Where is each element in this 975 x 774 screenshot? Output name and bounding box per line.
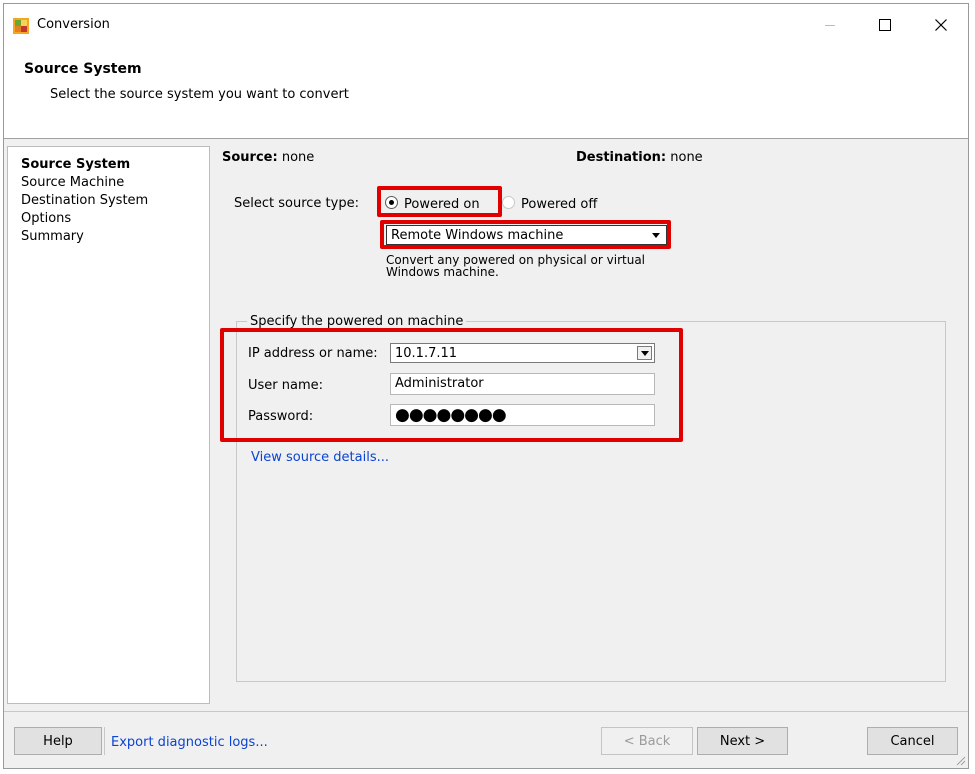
- cancel-button[interactable]: Cancel: [867, 727, 958, 755]
- nav-item-destination-system[interactable]: Destination System: [21, 193, 148, 209]
- vmware-converter-icon: [13, 18, 29, 34]
- source-value: none: [281, 150, 315, 165]
- page-subtitle: Select the source system you want to con…: [50, 87, 349, 102]
- nav-item-summary[interactable]: Summary: [21, 229, 84, 245]
- nav-item-options[interactable]: Options: [21, 211, 71, 227]
- back-button[interactable]: < Back: [601, 727, 693, 755]
- nav-item-source-machine[interactable]: Source Machine: [21, 175, 124, 191]
- source-summary: Source: none: [222, 150, 314, 165]
- help-button[interactable]: Help: [14, 727, 102, 755]
- resize-grip-icon[interactable]: [954, 754, 966, 766]
- footer-divider: [4, 711, 968, 712]
- source-type-label: Select source type:: [234, 196, 359, 211]
- group-legend: Specify the powered on machine: [247, 314, 467, 329]
- radio-unchecked-icon: [502, 196, 515, 209]
- close-button[interactable]: [918, 6, 964, 44]
- view-source-details-link[interactable]: View source details...: [251, 450, 389, 465]
- destination-summary: Destination: none: [576, 150, 703, 165]
- window-title: Conversion: [37, 17, 110, 32]
- minimize-button[interactable]: [807, 6, 853, 44]
- radio-powered-off-label: Powered off: [521, 197, 598, 212]
- destination-value: none: [670, 150, 703, 165]
- source-type-description: Convert any powered on physical or virtu…: [386, 254, 645, 278]
- next-button[interactable]: Next >: [697, 727, 788, 755]
- source-label: Source:: [222, 150, 278, 165]
- export-diagnostic-logs-link[interactable]: Export diagnostic logs...: [111, 735, 268, 750]
- close-icon: [935, 19, 947, 31]
- minimize-icon: [825, 25, 835, 26]
- highlight-powered-on: [377, 186, 502, 217]
- title-bar: Conversion: [4, 4, 968, 46]
- maximize-button[interactable]: [862, 6, 908, 44]
- maximize-icon: [879, 19, 891, 31]
- page-title: Source System: [24, 61, 142, 77]
- footer-separator: [104, 727, 105, 755]
- highlight-machine-type: [380, 220, 671, 249]
- radio-powered-off[interactable]: Powered off: [502, 196, 597, 212]
- description-line-2: Windows machine.: [386, 265, 499, 279]
- nav-item-source-system[interactable]: Source System: [21, 157, 130, 173]
- wizard-steps-nav: Source System Source Machine Destination…: [7, 146, 210, 704]
- conversion-window: Conversion Source System Select the sour…: [3, 3, 969, 769]
- destination-label: Destination:: [576, 150, 667, 165]
- highlight-machine-credentials: [220, 328, 683, 442]
- wizard-header: Source System Select the source system y…: [4, 46, 968, 139]
